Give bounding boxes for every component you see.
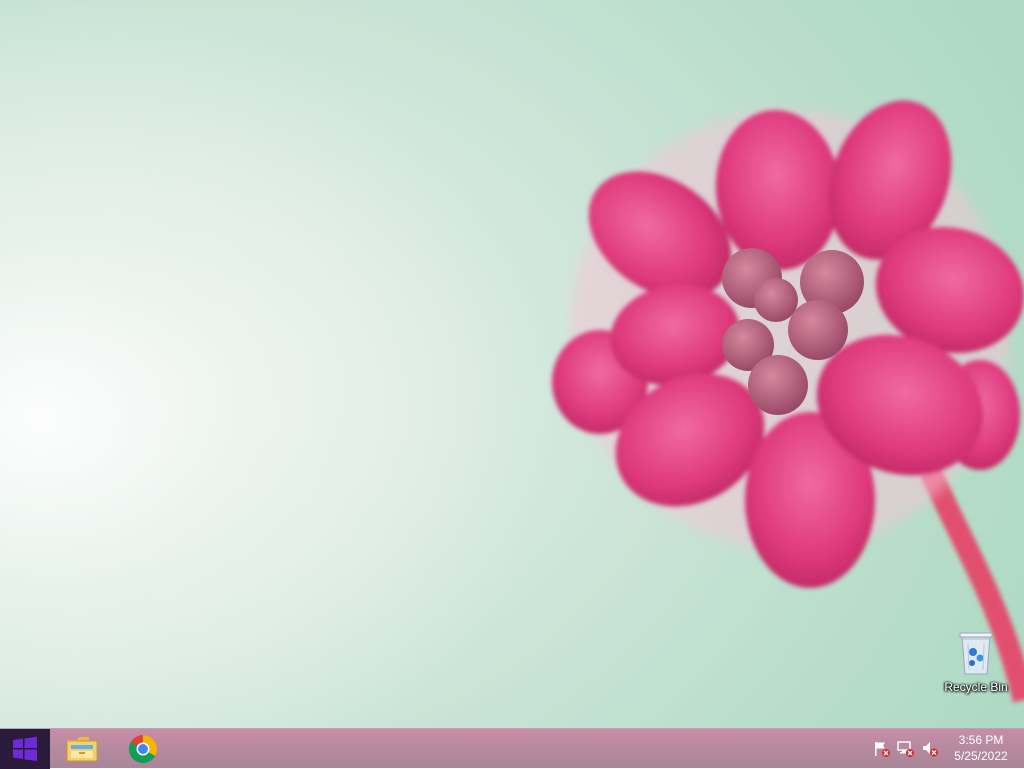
- file-explorer-icon: [66, 737, 98, 762]
- volume-muted-icon: [923, 742, 938, 757]
- clock-time: 3:56 PM: [958, 733, 1004, 747]
- desktop-icon-recycle-bin[interactable]: Recycle Bin: [940, 630, 1012, 700]
- taskbar-clock[interactable]: 3:56 PM 5/25/2022: [946, 732, 1016, 766]
- tray-network-button[interactable]: [896, 740, 916, 758]
- recycle-bin-icon: [959, 632, 993, 675]
- desktop[interactable]: Recycle Bin: [0, 0, 1024, 728]
- taskbar-file-explorer-button[interactable]: [52, 729, 112, 769]
- taskbar: 3:56 PM 5/25/2022: [0, 728, 1024, 769]
- tray-action-center-button[interactable]: [872, 740, 892, 758]
- clock-date: 5/25/2022: [954, 749, 1008, 763]
- action-center-flag-icon: [875, 742, 890, 757]
- tray-volume-button[interactable]: [920, 740, 940, 758]
- start-button[interactable]: [0, 729, 50, 769]
- wallpaper-flower: [552, 100, 1024, 703]
- network-icon: [897, 741, 914, 757]
- taskbar-chrome-button[interactable]: [113, 729, 173, 769]
- desktop-icon-label: Recycle Bin: [944, 680, 1008, 694]
- windows-logo-icon: [13, 736, 37, 761]
- chrome-icon: [129, 735, 157, 763]
